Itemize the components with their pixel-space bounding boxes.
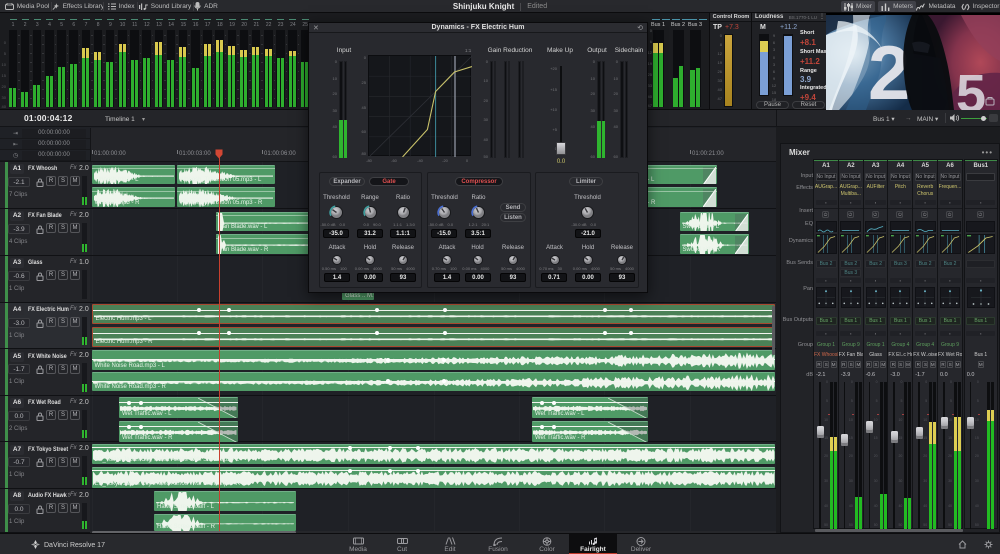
svg-text:5: 5 bbox=[956, 64, 986, 112]
